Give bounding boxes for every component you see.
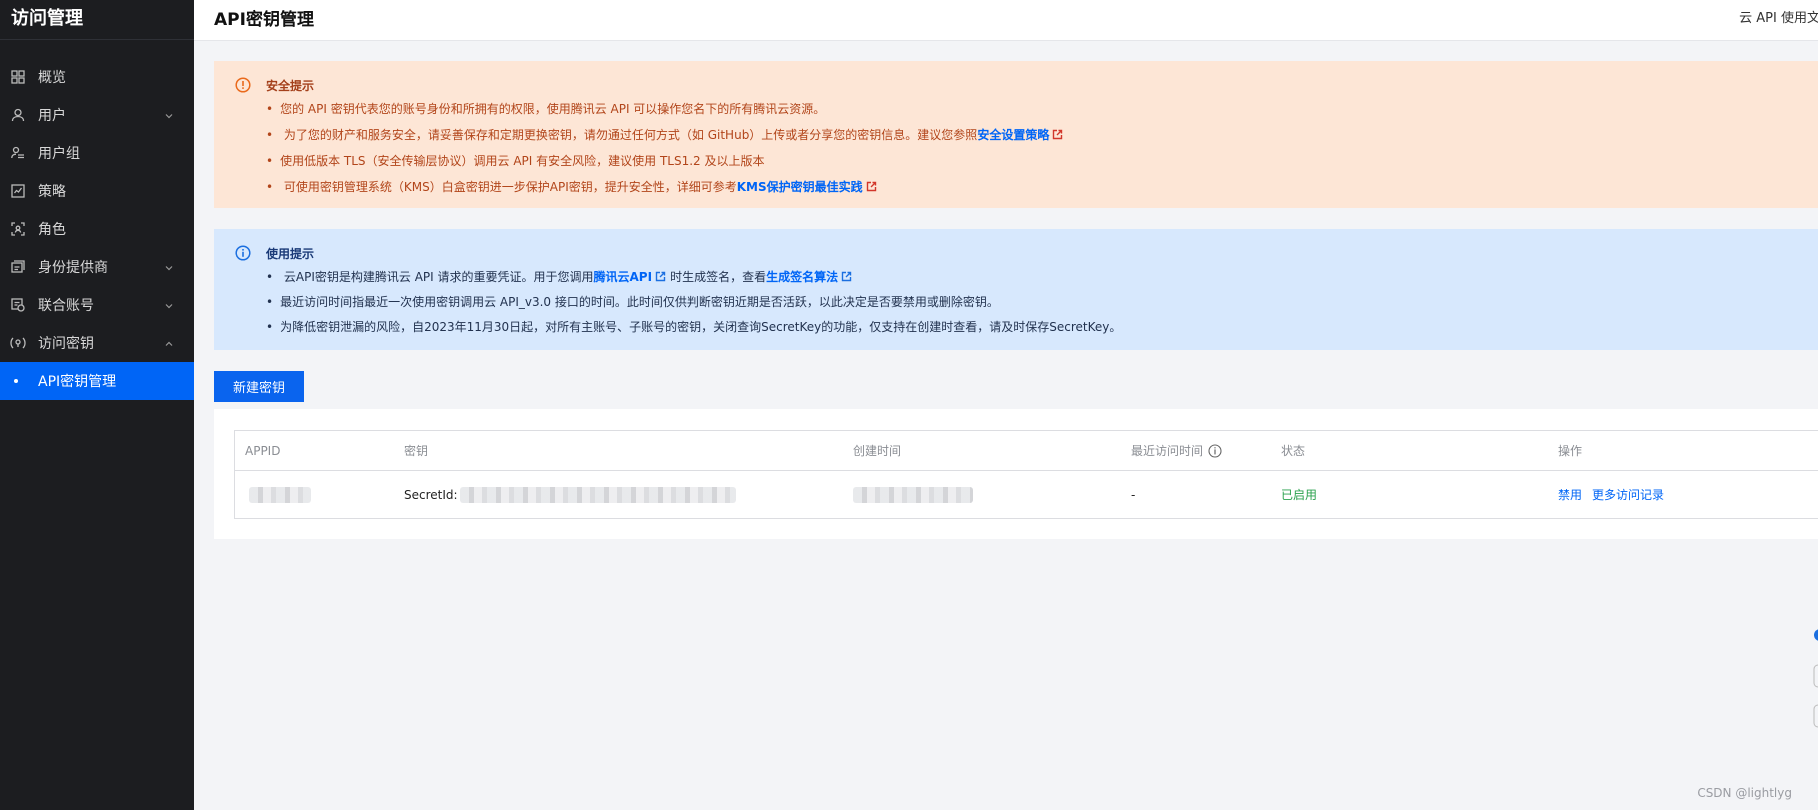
last-access-cell: - [1131,487,1136,502]
api-docs-link[interactable]: 云 API 使用文 [1739,7,1818,26]
secret-id-label: SecretId: [404,487,458,502]
external-link-icon [866,178,877,198]
sidebar-item-users[interactable]: 用户 [0,96,194,134]
watermark: CSDN @lightlyg [1697,786,1792,800]
tencent-cloud-api-link[interactable]: 腾讯云API [594,270,653,284]
list-item: 可使用密钥管理系统（KMS）白盒密钥进一步保护API密钥，提升安全性，详细可参考… [266,177,1067,203]
security-policy-link[interactable]: 安全设置策略 [977,128,1049,142]
grid-icon [10,69,26,85]
bullet-icon [14,379,18,383]
key-table: APPID 密钥 创建时间 最近访问时间 状态 操作 SecretId: - 已… [234,430,1818,519]
list-item: 云API密钥是构建腾讯云 API 请求的重要凭证。用于您调用腾讯云API时生成签… [266,267,1121,292]
user-group-icon [10,145,26,161]
disable-key-link[interactable]: 禁用 [1558,486,1582,503]
floating-toolbar-edge[interactable] [1812,620,1818,750]
table-header: APPID 密钥 创建时间 最近访问时间 状态 操作 [235,431,1818,471]
chevron-down-icon [164,261,174,277]
create-key-button[interactable]: 新建密钥 [214,371,304,402]
sidebar-item-label: 联合账号 [38,298,94,314]
info-icon [235,245,251,265]
sidebar: 访问管理 概览 用户 用户组 策略 角色 身份提供商 联合账号 访问密钥 API… [0,0,194,810]
sidebar-item-overview[interactable]: 概览 [0,58,194,96]
role-icon [10,221,26,237]
list-item: 您的 API 密钥代表您的账号身份和所拥有的权限，使用腾讯云 API 可以操作您… [266,99,1067,125]
policy-icon [10,183,26,199]
table-row: SecretId: - 已启用 禁用 更多访问记录 [235,471,1818,518]
usage-notice-title: 使用提示 [266,247,315,261]
chevron-up-icon [164,337,174,353]
sidebar-item-label: 概览 [38,70,66,86]
info-icon[interactable] [1208,443,1222,458]
redacted-appid [249,486,311,503]
sidebar-item-user-groups[interactable]: 用户组 [0,134,194,172]
list-item: 使用低版本 TLS（安全传输层协议）调用云 API 有安全风险，建议使用 TLS… [266,151,1067,177]
sidebar-item-label: 策略 [38,184,66,200]
external-link-icon [841,268,852,288]
column-header-created-time: 创建时间 [853,444,902,458]
user-icon [10,107,26,123]
list-item: 为降低密钥泄漏的风险，自2023年11月30日起，对所有主账号、子账号的密钥，关… [266,317,1121,342]
sidebar-item-label: 访问密钥 [38,336,94,352]
sidebar-item-api-key-management[interactable]: API密钥管理 [0,362,194,400]
column-header-key: 密钥 [404,444,429,458]
column-header-appid: APPID [245,443,281,458]
warning-icon [235,77,251,97]
column-header-last-access: 最近访问时间 [1131,431,1222,470]
sidebar-item-label: 用户 [38,108,66,124]
federated-account-icon [10,297,26,313]
chevron-down-icon [164,299,174,315]
kms-best-practice-link[interactable]: KMS保护密钥最佳实践 [737,180,863,194]
security-notice: 安全提示 您的 API 密钥代表您的账号身份和所拥有的权限，使用腾讯云 API … [214,61,1818,208]
sidebar-menu: 概览 用户 用户组 策略 角色 身份提供商 联合账号 访问密钥 API密钥管理 [0,58,194,400]
column-header-status: 状态 [1281,444,1306,458]
list-item: 最近访问时间指最近一次使用密钥调用云 API_v3.0 接口的时间。此时间仅供判… [266,292,1121,317]
sidebar-item-policies[interactable]: 策略 [0,172,194,210]
security-notice-list: 您的 API 密钥代表您的账号身份和所拥有的权限，使用腾讯云 API 可以操作您… [266,99,1067,203]
created-time-cell [853,471,973,518]
sidebar-item-access-keys[interactable]: 访问密钥 [0,324,194,362]
usage-notice-list: 云API密钥是构建腾讯云 API 请求的重要凭证。用于您调用腾讯云API时生成签… [266,267,1121,342]
access-key-icon [10,335,26,351]
redacted-secret-id [459,486,736,503]
sidebar-item-roles[interactable]: 角色 [0,210,194,248]
list-item: 为了您的财产和服务安全，请妥善保存和定期更换密钥，请勿通过任何方式（如 GitH… [266,125,1067,151]
appid-cell [249,471,311,518]
column-header-actions: 操作 [1558,444,1583,458]
sidebar-item-label: API密钥管理 [38,374,117,390]
security-notice-title: 安全提示 [266,79,315,93]
signature-algorithm-link[interactable]: 生成签名算法 [766,270,838,284]
page-title: API密钥管理 [214,10,314,30]
chevron-down-icon [164,109,174,125]
external-link-icon [655,268,666,288]
sidebar-item-label: 角色 [38,222,66,238]
sidebar-title: 访问管理 [0,0,194,40]
key-table-panel: APPID 密钥 创建时间 最近访问时间 状态 操作 SecretId: - 已… [214,409,1818,539]
sidebar-item-label: 身份提供商 [38,260,108,276]
actions-cell: 禁用 更多访问记录 [1558,471,1674,518]
secret-id-cell: SecretId: [404,471,736,518]
sidebar-item-federated-accounts[interactable]: 联合账号 [0,286,194,324]
identity-provider-icon [10,259,26,275]
status-badge: 已启用 [1281,488,1318,502]
sidebar-item-identity-providers[interactable]: 身份提供商 [0,248,194,286]
redacted-created-time [853,486,973,503]
sidebar-item-label: 用户组 [38,146,80,162]
usage-notice: 使用提示 云API密钥是构建腾讯云 API 请求的重要凭证。用于您调用腾讯云AP… [214,229,1818,350]
page-header: API密钥管理 云 API 使用文 [194,0,1818,41]
external-link-icon [1052,126,1063,146]
more-access-records-link[interactable]: 更多访问记录 [1592,486,1664,503]
